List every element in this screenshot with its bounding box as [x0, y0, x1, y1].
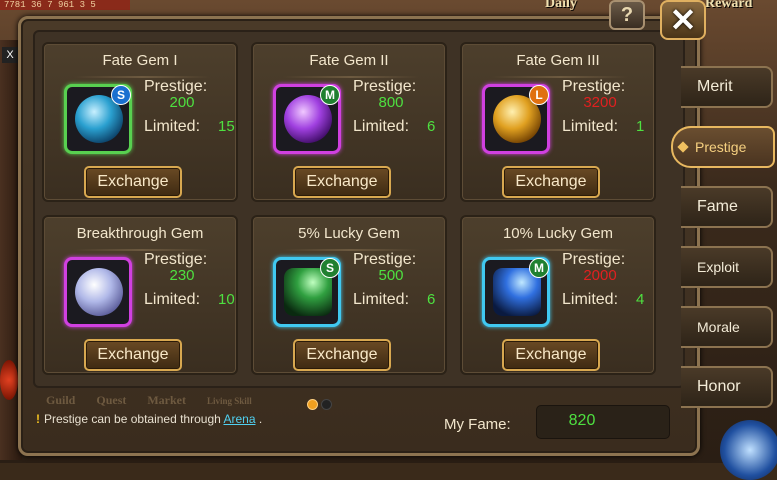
limited-count: 6: [427, 118, 436, 135]
help-button[interactable]: ?: [609, 0, 645, 30]
prestige-cost: 3200: [583, 94, 617, 111]
item-slot[interactable]: M: [273, 84, 341, 154]
background-orb-icon: [0, 360, 18, 400]
daily-label[interactable]: Daily: [545, 0, 577, 12]
exchange-button[interactable]: Exchange: [293, 166, 391, 198]
page-dot[interactable]: [321, 399, 332, 410]
item-title: 10% Lucky Gem: [502, 225, 614, 242]
limited-label: Limited:: [562, 118, 619, 135]
tab-fame[interactable]: Fame: [681, 186, 773, 228]
item-title: Breakthrough Gem: [76, 225, 204, 242]
exchange-button[interactable]: Exchange: [84, 166, 182, 198]
ghost-menu-item: Market: [147, 393, 187, 407]
prestige-cost: 800: [378, 94, 404, 111]
tab-morale[interactable]: Morale: [681, 306, 773, 348]
item-card: Breakthrough Gem Prestige: 230 Limited: …: [42, 215, 238, 375]
size-badge: M: [529, 258, 549, 278]
tab-honor[interactable]: Honor: [681, 366, 773, 408]
ghost-menu-item: Guild: [46, 393, 76, 407]
item-slot[interactable]: S: [273, 257, 341, 327]
ghost-menu-item: Living Skill: [207, 396, 252, 406]
item-title: 5% Lucky Gem: [298, 225, 400, 242]
item-title: Fate Gem III: [516, 52, 600, 69]
exchange-button[interactable]: Exchange: [84, 339, 182, 371]
limited-count: 15: [218, 118, 235, 135]
tab-prestige-label: Prestige: [695, 139, 747, 155]
limited-label: Limited:: [562, 291, 619, 308]
limited-label: Limited:: [144, 291, 201, 308]
size-badge: S: [111, 85, 131, 105]
diamond-icon: [677, 141, 689, 153]
hint-text: ! Prestige can be obtained through Arena …: [36, 412, 262, 426]
item-title: Fate Gem I: [102, 52, 178, 69]
corner-orb-icon: [720, 420, 777, 480]
limited-count: 10: [218, 291, 235, 308]
page-dot-active[interactable]: [307, 399, 318, 410]
glass-orb-icon: [75, 268, 123, 316]
background-close-icon[interactable]: X: [2, 47, 18, 63]
limited-count: 1: [636, 118, 645, 135]
exchange-button[interactable]: Exchange: [502, 339, 600, 371]
item-title: Fate Gem II: [309, 52, 389, 69]
item-card: Fate Gem III L Prestige: 3200 Limited: 1…: [460, 42, 656, 202]
ghost-menu-item: Quest: [96, 393, 127, 407]
hint-prefix: Prestige can be obtained through: [44, 412, 224, 426]
item-slot[interactable]: S: [64, 84, 132, 154]
tab-exploit[interactable]: Exploit: [681, 246, 773, 288]
hint-suffix: .: [255, 412, 263, 426]
item-card: 5% Lucky Gem S Prestige: 500 Limited: 6 …: [251, 215, 447, 375]
prestige-cost: 200: [169, 94, 195, 111]
limited-count: 6: [427, 291, 436, 308]
exchange-button[interactable]: Exchange: [293, 339, 391, 371]
prestige-cost: 500: [378, 267, 404, 284]
my-fame-label: My Fame:: [444, 416, 511, 433]
my-fame-value: 820: [568, 412, 596, 429]
close-button[interactable]: ✕: [660, 0, 706, 40]
item-card: 10% Lucky Gem M Prestige: 2000 Limited: …: [460, 215, 656, 375]
size-badge: S: [320, 258, 340, 278]
background-menu: Guild Quest Market Living Skill: [46, 393, 270, 408]
item-slot[interactable]: L: [482, 84, 550, 154]
prestige-cost: 230: [169, 267, 195, 284]
my-fame-box: 820: [536, 405, 670, 439]
limited-label: Limited:: [353, 118, 410, 135]
tab-prestige[interactable]: Prestige: [671, 126, 775, 168]
item-slot[interactable]: M: [482, 257, 550, 327]
limited-count: 4: [636, 291, 645, 308]
arena-link[interactable]: Arena: [223, 412, 255, 426]
limited-label: Limited:: [144, 118, 201, 135]
resource-counter: 7781 36 7 961 3 5: [0, 0, 130, 10]
exchange-button[interactable]: Exchange: [502, 166, 600, 198]
item-card: Fate Gem II M Prestige: 800 Limited: 6 E…: [251, 42, 447, 202]
size-badge: M: [320, 85, 340, 105]
item-slot[interactable]: [64, 257, 132, 327]
size-badge: L: [529, 85, 549, 105]
prestige-cost: 2000: [583, 267, 617, 284]
limited-label: Limited:: [353, 291, 410, 308]
exclamation-icon: !: [36, 412, 40, 426]
reward-label[interactable]: Reward: [705, 0, 752, 12]
item-card: Fate Gem I S Prestige: 200 Limited: 15 E…: [42, 42, 238, 202]
tab-merit[interactable]: Merit: [681, 66, 773, 108]
page-indicator: [307, 397, 335, 415]
